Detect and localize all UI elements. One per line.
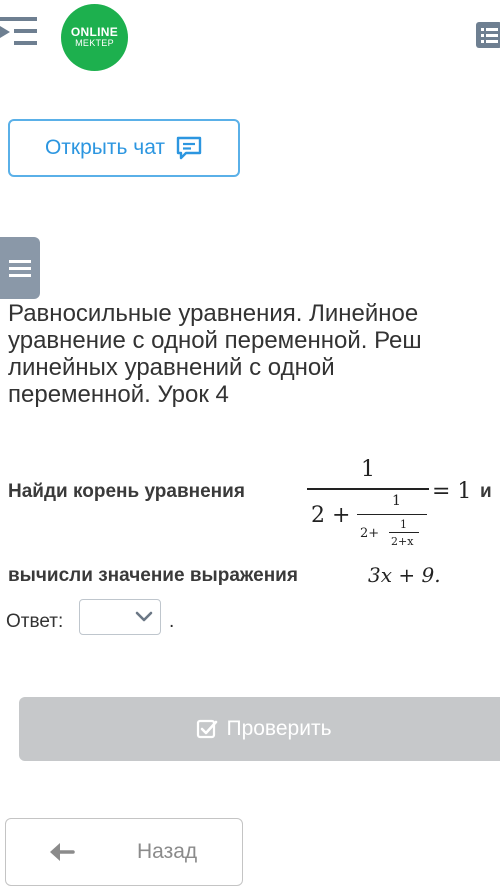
answer-dropdown[interactable]: [79, 599, 161, 635]
chat-icon: [176, 136, 202, 160]
open-chat-label: Открыть чат: [44, 136, 166, 159]
middle-numerator: 1: [392, 493, 401, 509]
chevron-down-icon: [135, 611, 153, 622]
lesson-title-line: уравнение с одной переменной. Реш: [8, 327, 422, 354]
lesson-title-line: линейных уравнений с одной: [8, 354, 335, 381]
back-button-label: Назад: [137, 840, 198, 863]
check-button-label: Проверить: [226, 717, 332, 740]
check-button[interactable]: Проверить: [19, 697, 500, 761]
inner-numerator: 1: [400, 518, 407, 531]
menu-collapse-icon: [0, 17, 37, 45]
menu-toggle-button[interactable]: [0, 14, 40, 54]
lesson-title-line: Равносильные уравнения. Линейное: [8, 300, 419, 327]
answer-trailing: .: [169, 611, 175, 632]
question-line2: вычисли значение выражения: [8, 565, 298, 586]
lesson-title: Равносильные уравнения. Линейное уравнен…: [8, 300, 500, 408]
middle-whole-part: 2+: [360, 526, 380, 541]
fraction-bar-middle: [357, 514, 427, 515]
outer-whole-part: 2 +: [311, 503, 351, 528]
list-icon[interactable]: [476, 22, 500, 48]
open-chat-button[interactable]: Открыть чат: [8, 119, 240, 177]
arrow-left-icon: [50, 843, 75, 861]
logo-text-line1: ONLINE: [70, 25, 119, 39]
checkbox-check-icon: [197, 719, 218, 739]
fraction-bar-inner: [389, 532, 419, 533]
expression: 3x + 9.: [368, 563, 441, 587]
lesson-title-line: переменной. Урок 4: [8, 381, 229, 408]
hamburger-icon: [9, 260, 31, 277]
logo-text-line2: MEKTEP: [75, 38, 114, 48]
back-button[interactable]: [5, 818, 243, 886]
question-conjunction: и: [480, 481, 492, 502]
equation-right-side: = 1: [432, 479, 472, 504]
fraction-numerator: 1: [361, 457, 375, 482]
online-mektep-logo[interactable]: ONLINE MEKTEP: [61, 4, 128, 71]
answer-label: Ответ:: [6, 611, 64, 632]
list-icon-glyph: [481, 28, 498, 43]
inner-denominator: 2+x: [391, 535, 414, 548]
fraction-bar-main: [307, 488, 429, 490]
side-menu-toggle[interactable]: [0, 237, 40, 299]
question-prefix: Найди корень уравнения: [8, 481, 245, 502]
continued-fraction: 1 2 + 1 2+ 1 2+x: [305, 455, 430, 560]
